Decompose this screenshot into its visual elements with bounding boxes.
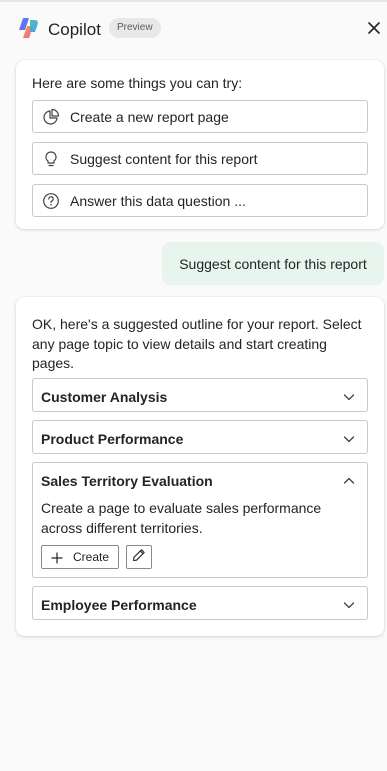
question-circle-icon [42, 192, 60, 210]
chevron-down-icon [343, 390, 355, 402]
suggestion-label: Create a new report page [70, 108, 229, 125]
suggestion-create-report-page[interactable]: Create a new report page [32, 100, 368, 133]
chevron-down-icon [343, 598, 355, 610]
close-icon[interactable] [363, 17, 385, 39]
topic-title: Sales Territory Evaluation [41, 473, 213, 489]
suggestions-heading: Here are some things you can try: [32, 75, 243, 91]
suggestion-answer-data-question[interactable]: Answer this data question ... [32, 184, 368, 217]
preview-badge: Preview [109, 18, 161, 38]
suggestion-label: Suggest content for this report [70, 150, 258, 167]
topic-title: Product Performance [41, 431, 184, 447]
topic-sales-territory-evaluation[interactable]: Sales Territory Evaluation Create a page… [32, 462, 368, 578]
suggestion-suggest-content[interactable]: Suggest content for this report [32, 142, 368, 175]
topic-customer-analysis[interactable]: Customer Analysis [32, 378, 368, 412]
suggestion-label: Answer this data question ... [70, 192, 246, 209]
topic-title: Customer Analysis [41, 389, 168, 405]
user-message-bubble: Suggest content for this report [162, 242, 384, 285]
panel-title: Copilot [48, 20, 101, 39]
copilot-logo-icon [16, 16, 40, 40]
topic-title: Employee Performance [41, 597, 197, 613]
copilot-header: Copilot Preview [0, 12, 387, 46]
response-card: OK, here's a suggested outline for your … [16, 297, 384, 636]
create-button-label: Create [73, 550, 110, 564]
top-divider [0, 0, 387, 2]
edit-button[interactable] [126, 545, 152, 569]
pie-chart-icon [42, 108, 60, 126]
plus-icon [51, 551, 63, 564]
pencil-icon [132, 548, 146, 567]
create-page-button[interactable]: Create [41, 545, 119, 569]
suggestions-card: Here are some things you can try: Create… [16, 60, 384, 229]
response-intro: OK, here's a suggested outline for your … [32, 316, 362, 371]
chevron-up-icon[interactable] [343, 474, 355, 486]
topic-description: Create a page to evaluate sales performa… [41, 500, 322, 536]
chevron-down-icon [343, 432, 355, 444]
topic-product-performance[interactable]: Product Performance [32, 420, 368, 454]
lightbulb-icon [42, 150, 60, 168]
topic-employee-performance[interactable]: Employee Performance [32, 586, 368, 620]
